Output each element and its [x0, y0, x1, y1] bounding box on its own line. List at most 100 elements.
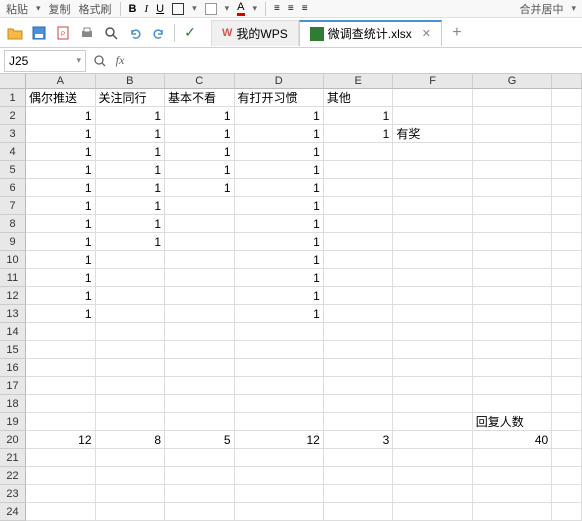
cell[interactable] [26, 467, 96, 485]
cell[interactable] [26, 359, 96, 377]
cell[interactable] [26, 341, 96, 359]
cell[interactable]: 其他 [324, 89, 394, 107]
cell[interactable] [473, 233, 552, 251]
row-header[interactable]: 17 [0, 377, 26, 395]
cell[interactable] [393, 467, 472, 485]
cell[interactable] [552, 503, 582, 521]
cell[interactable] [324, 413, 394, 431]
cell[interactable] [324, 143, 394, 161]
row-header[interactable]: 5 [0, 161, 26, 179]
row-header[interactable]: 16 [0, 359, 26, 377]
zoom-icon[interactable] [90, 51, 110, 71]
tab-active-document[interactable]: 微调查统计.xlsx ✕ [299, 20, 442, 46]
cell[interactable] [165, 485, 235, 503]
cell[interactable]: 1 [235, 305, 324, 323]
cell[interactable] [96, 449, 166, 467]
row-header[interactable]: 18 [0, 395, 26, 413]
cell[interactable] [324, 269, 394, 287]
dropdown-arrow-icon[interactable]: ▾ [225, 3, 230, 14]
format-painter-label[interactable]: 格式刷 [79, 1, 112, 17]
formula-input[interactable] [130, 50, 582, 72]
select-all-corner[interactable] [0, 74, 26, 89]
cell[interactable] [324, 251, 394, 269]
column-header[interactable]: B [96, 74, 166, 89]
close-tab-icon[interactable]: ✕ [422, 27, 431, 40]
row-header[interactable]: 10 [0, 251, 26, 269]
cell[interactable]: 40 [473, 431, 552, 449]
cell[interactable]: 基本不看 [165, 89, 235, 107]
dropdown-arrow-icon[interactable]: ▾ [253, 3, 258, 14]
cell[interactable] [552, 323, 582, 341]
cell[interactable] [393, 305, 472, 323]
cell[interactable] [235, 449, 324, 467]
row-header[interactable]: 4 [0, 143, 26, 161]
row-header[interactable]: 24 [0, 503, 26, 521]
cell[interactable]: 关注同行 [96, 89, 166, 107]
cell[interactable] [96, 305, 166, 323]
cell[interactable] [96, 503, 166, 521]
cell[interactable]: 1 [235, 143, 324, 161]
cell[interactable] [165, 395, 235, 413]
cell[interactable]: 偶尔推送 [26, 89, 96, 107]
cell[interactable] [473, 89, 552, 107]
cell[interactable] [552, 485, 582, 503]
column-header[interactable]: C [165, 74, 235, 89]
cell[interactable] [324, 179, 394, 197]
column-header[interactable]: D [235, 74, 324, 89]
font-color-icon[interactable]: A [237, 1, 244, 16]
cell[interactable] [96, 287, 166, 305]
cell[interactable]: 1 [26, 125, 96, 143]
cell[interactable] [473, 359, 552, 377]
cell[interactable] [324, 161, 394, 179]
cell[interactable] [26, 503, 96, 521]
cell[interactable]: 1 [96, 125, 166, 143]
cell[interactable]: 1 [26, 161, 96, 179]
cell[interactable]: 1 [96, 143, 166, 161]
row-header[interactable]: 15 [0, 341, 26, 359]
cell[interactable] [324, 467, 394, 485]
cell[interactable] [165, 197, 235, 215]
cell[interactable]: 8 [96, 431, 166, 449]
cell[interactable] [473, 107, 552, 125]
cell[interactable] [96, 341, 166, 359]
cell[interactable] [473, 269, 552, 287]
cell[interactable]: 1 [165, 125, 235, 143]
print-icon[interactable] [78, 24, 96, 42]
cell[interactable]: 12 [26, 431, 96, 449]
cell[interactable] [324, 341, 394, 359]
cell[interactable] [552, 125, 582, 143]
cell[interactable]: 1 [26, 197, 96, 215]
cell[interactable]: 1 [26, 287, 96, 305]
row-header[interactable]: 11 [0, 269, 26, 287]
dropdown-arrow-icon[interactable]: ▾ [192, 3, 197, 14]
row-header[interactable]: 20 [0, 431, 26, 449]
column-header[interactable]: E [324, 74, 394, 89]
redo-icon[interactable] [150, 24, 168, 42]
cell[interactable] [552, 395, 582, 413]
cell[interactable] [96, 269, 166, 287]
cell[interactable] [393, 377, 472, 395]
cell[interactable] [324, 287, 394, 305]
cell[interactable]: 有奖 [393, 125, 472, 143]
row-header[interactable]: 19 [0, 413, 26, 431]
dropdown-arrow-icon[interactable]: ▾ [571, 3, 576, 14]
cell[interactable] [473, 485, 552, 503]
cell[interactable]: 1 [26, 305, 96, 323]
cell[interactable] [235, 395, 324, 413]
cell[interactable]: 1 [235, 287, 324, 305]
cell[interactable] [96, 413, 166, 431]
cell[interactable] [235, 503, 324, 521]
cell[interactable] [324, 197, 394, 215]
cell[interactable] [473, 395, 552, 413]
row-header[interactable]: 8 [0, 215, 26, 233]
cell[interactable] [165, 359, 235, 377]
cell[interactable] [393, 233, 472, 251]
row-header[interactable]: 21 [0, 449, 26, 467]
cell[interactable] [473, 215, 552, 233]
cell[interactable]: 1 [26, 215, 96, 233]
cell[interactable] [96, 251, 166, 269]
cell[interactable]: 12 [235, 431, 324, 449]
cell[interactable] [552, 107, 582, 125]
cell[interactable]: 1 [26, 269, 96, 287]
cell[interactable]: 1 [96, 161, 166, 179]
